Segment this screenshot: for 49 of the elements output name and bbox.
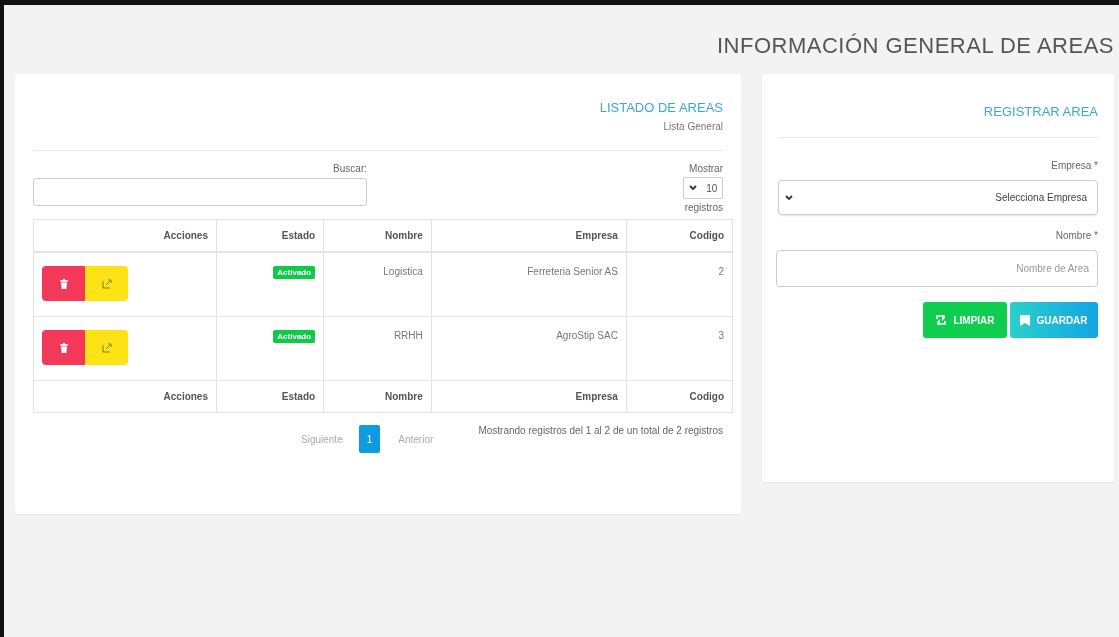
- field-label: Empresa *: [1051, 160, 1098, 171]
- chevron-icon: [785, 194, 793, 201]
- page-title: INFORMACIÓN GENERAL DE AREAS: [715, 33, 1114, 59]
- search-field[interactable]: [33, 178, 367, 206]
- name-field[interactable]: Nombre de Area: [776, 250, 1098, 287]
- save-icon: [1020, 314, 1031, 326]
- company-select[interactable]: Selecciona Empresa: [778, 180, 1098, 215]
- table-cell: 2: [626, 252, 733, 317]
- status-badge: Activado: [273, 330, 316, 343]
- status-badge: Activado: [273, 266, 316, 279]
- column-header: Empresa: [431, 219, 627, 252]
- previous-link[interactable]: Anterior: [394, 429, 438, 449]
- table-cell: AgroStip SAC: [431, 316, 627, 381]
- save-button[interactable]: GUARDAR: [1010, 302, 1098, 338]
- refresh-icon: [935, 315, 948, 325]
- next-link[interactable]: Siguiente: [297, 429, 347, 449]
- chevron-icon: [688, 185, 697, 191]
- column-footer: Acciones: [33, 380, 217, 413]
- column-footer: Codigo: [626, 380, 733, 413]
- table-cell: Ferreteria Senior AS: [431, 252, 627, 317]
- edit-button[interactable]: [85, 330, 128, 365]
- trash-icon: [59, 342, 68, 353]
- show-suffix: registros: [684, 202, 723, 213]
- delete-button[interactable]: [42, 330, 85, 365]
- trash-icon: [59, 278, 68, 289]
- search-label: Buscar:: [333, 163, 367, 174]
- column-footer: Estado: [216, 380, 324, 413]
- list-subtitle: Lista General: [662, 121, 723, 132]
- field-label: Nombre *: [1055, 230, 1098, 241]
- column-header: Estado: [216, 219, 324, 252]
- clear-button[interactable]: LIMPIAR: [923, 302, 1007, 338]
- table-cell: 3: [626, 316, 733, 381]
- page-button[interactable]: 1: [358, 425, 381, 453]
- column-footer: Nombre: [323, 380, 432, 413]
- form-title: REGISTRAR AREA: [982, 104, 1098, 119]
- show-label: Mostrar: [689, 163, 723, 174]
- column-footer: Empresa: [431, 380, 627, 413]
- table-cell: RRHH: [323, 316, 432, 381]
- column-header: Nombre: [323, 219, 432, 252]
- column-header: Codigo: [626, 219, 733, 252]
- column-header: Acciones: [33, 219, 217, 252]
- edit-button[interactable]: [85, 266, 128, 301]
- delete-button[interactable]: [42, 266, 85, 301]
- list-title: LISTADO DE AREAS: [598, 100, 723, 115]
- page-size-select[interactable]: 10: [683, 177, 723, 199]
- edit-icon: [101, 342, 112, 353]
- table-cell: Logistica: [323, 252, 432, 317]
- records-info: Mostrando registros del 1 al 2 de un total de 2 registros: [478, 425, 723, 436]
- edit-icon: [101, 278, 112, 289]
